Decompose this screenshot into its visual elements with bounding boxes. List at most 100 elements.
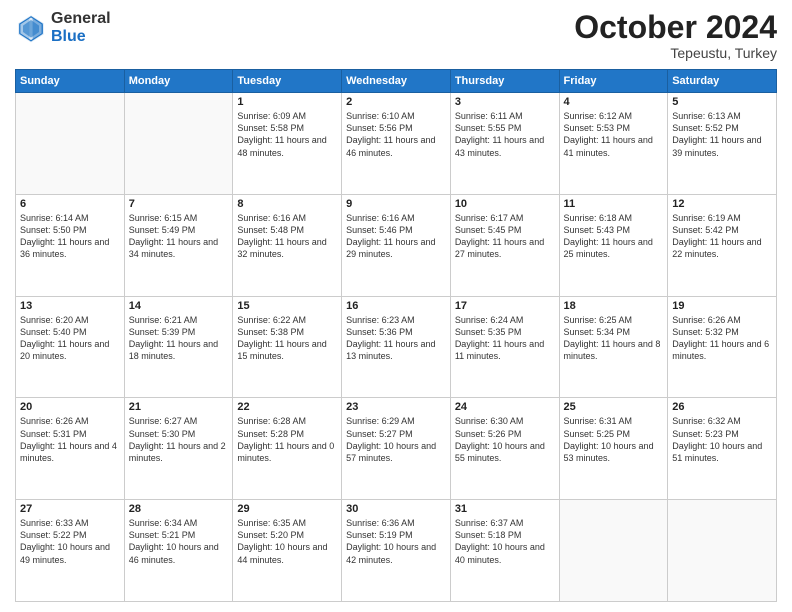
table-row: 9 Sunrise: 6:16 AMSunset: 5:46 PMDaylight… <box>342 194 451 296</box>
day-info: Sunrise: 6:13 AMSunset: 5:52 PMDaylight:… <box>672 110 772 159</box>
day-number: 29 <box>237 503 337 515</box>
calendar-week-row: 13 Sunrise: 6:20 AMSunset: 5:40 PMDayligh… <box>16 296 777 398</box>
logo-icon <box>15 12 47 44</box>
day-number: 28 <box>129 503 229 515</box>
col-friday: Friday <box>559 70 668 93</box>
table-row <box>559 500 668 602</box>
day-number: 7 <box>129 198 229 210</box>
table-row: 1Sunrise: 6:09 AMSunset: 5:58 PMDaylight… <box>233 93 342 195</box>
table-row: 31Sunrise: 6:37 AMSunset: 5:18 PMDayligh… <box>450 500 559 602</box>
day-info: Sunrise: 6:26 AMSunset: 5:31 PMDaylight:… <box>20 415 120 464</box>
day-info: Sunrise: 6:09 AMSunset: 5:58 PMDaylight:… <box>237 110 337 159</box>
day-info: Sunrise: 6:26 AMSunset: 5:32 PMDaylight:… <box>672 314 772 363</box>
table-row: 22 Sunrise: 6:28 AMSunset: 5:28 PMDayligh… <box>233 398 342 500</box>
title-block: October 2024 Tepeustu, Turkey <box>574 10 777 61</box>
logo-blue-text: Blue <box>51 28 111 46</box>
location-subtitle: Tepeustu, Turkey <box>574 45 777 61</box>
table-row: 24 Sunrise: 6:30 AMSunset: 5:26 PMDayligh… <box>450 398 559 500</box>
table-row: 7 Sunrise: 6:15 AMSunset: 5:49 PMDaylight… <box>124 194 233 296</box>
day-info: Sunrise: 6:16 AMSunset: 5:48 PMDaylight:… <box>237 212 337 261</box>
day-number: 26 <box>672 401 772 413</box>
table-row: 10 Sunrise: 6:17 AMSunset: 5:45 PMDayligh… <box>450 194 559 296</box>
day-number: 25 <box>564 401 664 413</box>
day-number: 11 <box>564 198 664 210</box>
table-row: 26 Sunrise: 6:32 AMSunset: 5:23 PMDayligh… <box>668 398 777 500</box>
day-info: Sunrise: 6:18 AMSunset: 5:43 PMDaylight:… <box>564 212 664 261</box>
day-number: 20 <box>20 401 120 413</box>
calendar-table: Sunday Monday Tuesday Wednesday Thursday… <box>15 69 777 602</box>
day-info: Sunrise: 6:27 AMSunset: 5:30 PMDaylight:… <box>129 415 229 464</box>
table-row: 8Sunrise: 6:16 AMSunset: 5:48 PMDaylight… <box>233 194 342 296</box>
table-row <box>124 93 233 195</box>
day-number: 15 <box>237 300 337 312</box>
day-info: Sunrise: 6:29 AMSunset: 5:27 PMDaylight:… <box>346 415 446 464</box>
day-number: 27 <box>20 503 120 515</box>
calendar-header-row: Sunday Monday Tuesday Wednesday Thursday… <box>16 70 777 93</box>
day-number: 24 <box>455 401 555 413</box>
col-saturday: Saturday <box>668 70 777 93</box>
table-row: 12 Sunrise: 6:19 AMSunset: 5:42 PMDayligh… <box>668 194 777 296</box>
day-info: Sunrise: 6:16 AMSunset: 5:46 PMDaylight:… <box>346 212 446 261</box>
day-info: Sunrise: 6:28 AMSunset: 5:28 PMDaylight:… <box>237 415 337 464</box>
table-row: 3 Sunrise: 6:11 AMSunset: 5:55 PMDaylight… <box>450 93 559 195</box>
day-info: Sunrise: 6:20 AMSunset: 5:40 PMDaylight:… <box>20 314 120 363</box>
table-row: 25 Sunrise: 6:31 AMSunset: 5:25 PMDayligh… <box>559 398 668 500</box>
col-tuesday: Tuesday <box>233 70 342 93</box>
day-number: 14 <box>129 300 229 312</box>
day-number: 10 <box>455 198 555 210</box>
table-row: 18Sunrise: 6:25 AMSunset: 5:34 PMDayligh… <box>559 296 668 398</box>
table-row: 6 Sunrise: 6:14 AMSunset: 5:50 PMDaylight… <box>16 194 125 296</box>
day-number: 22 <box>237 401 337 413</box>
day-number: 18 <box>564 300 664 312</box>
day-number: 13 <box>20 300 120 312</box>
day-number: 4 <box>564 96 664 108</box>
col-thursday: Thursday <box>450 70 559 93</box>
table-row: 17 Sunrise: 6:24 AMSunset: 5:35 PMDayligh… <box>450 296 559 398</box>
day-info: Sunrise: 6:11 AMSunset: 5:55 PMDaylight:… <box>455 110 555 159</box>
table-row: 19 Sunrise: 6:26 AMSunset: 5:32 PMDayligh… <box>668 296 777 398</box>
day-info: Sunrise: 6:34 AMSunset: 5:21 PMDaylight:… <box>129 517 229 566</box>
day-number: 19 <box>672 300 772 312</box>
table-row: 11 Sunrise: 6:18 AMSunset: 5:43 PMDayligh… <box>559 194 668 296</box>
header: General Blue October 2024 Tepeustu, Turk… <box>15 10 777 61</box>
calendar-week-row: 6 Sunrise: 6:14 AMSunset: 5:50 PMDaylight… <box>16 194 777 296</box>
day-number: 23 <box>346 401 446 413</box>
day-number: 6 <box>20 198 120 210</box>
day-number: 2 <box>346 96 446 108</box>
day-number: 30 <box>346 503 446 515</box>
day-number: 31 <box>455 503 555 515</box>
table-row: 16Sunrise: 6:23 AMSunset: 5:36 PMDayligh… <box>342 296 451 398</box>
day-info: Sunrise: 6:14 AMSunset: 5:50 PMDaylight:… <box>20 212 120 261</box>
day-info: Sunrise: 6:35 AMSunset: 5:20 PMDaylight:… <box>237 517 337 566</box>
logo: General Blue <box>15 10 111 45</box>
day-number: 12 <box>672 198 772 210</box>
day-info: Sunrise: 6:15 AMSunset: 5:49 PMDaylight:… <box>129 212 229 261</box>
day-info: Sunrise: 6:17 AMSunset: 5:45 PMDaylight:… <box>455 212 555 261</box>
col-sunday: Sunday <box>16 70 125 93</box>
day-number: 3 <box>455 96 555 108</box>
day-info: Sunrise: 6:12 AMSunset: 5:53 PMDaylight:… <box>564 110 664 159</box>
calendar-week-row: 20 Sunrise: 6:26 AMSunset: 5:31 PMDayligh… <box>16 398 777 500</box>
day-info: Sunrise: 6:19 AMSunset: 5:42 PMDaylight:… <box>672 212 772 261</box>
table-row: 15 Sunrise: 6:22 AMSunset: 5:38 PMDayligh… <box>233 296 342 398</box>
day-info: Sunrise: 6:23 AMSunset: 5:36 PMDaylight:… <box>346 314 446 363</box>
day-info: Sunrise: 6:24 AMSunset: 5:35 PMDaylight:… <box>455 314 555 363</box>
table-row: 14Sunrise: 6:21 AMSunset: 5:39 PMDayligh… <box>124 296 233 398</box>
day-info: Sunrise: 6:36 AMSunset: 5:19 PMDaylight:… <box>346 517 446 566</box>
day-number: 9 <box>346 198 446 210</box>
day-number: 5 <box>672 96 772 108</box>
logo-text: General Blue <box>51 10 111 45</box>
day-info: Sunrise: 6:31 AMSunset: 5:25 PMDaylight:… <box>564 415 664 464</box>
table-row: 13 Sunrise: 6:20 AMSunset: 5:40 PMDayligh… <box>16 296 125 398</box>
day-number: 21 <box>129 401 229 413</box>
day-number: 17 <box>455 300 555 312</box>
table-row: 30 Sunrise: 6:36 AMSunset: 5:19 PMDayligh… <box>342 500 451 602</box>
table-row: 21 Sunrise: 6:27 AMSunset: 5:30 PMDayligh… <box>124 398 233 500</box>
day-info: Sunrise: 6:22 AMSunset: 5:38 PMDaylight:… <box>237 314 337 363</box>
calendar-week-row: 1Sunrise: 6:09 AMSunset: 5:58 PMDaylight… <box>16 93 777 195</box>
table-row: 5 Sunrise: 6:13 AMSunset: 5:52 PMDaylight… <box>668 93 777 195</box>
table-row: 23 Sunrise: 6:29 AMSunset: 5:27 PMDayligh… <box>342 398 451 500</box>
day-info: Sunrise: 6:32 AMSunset: 5:23 PMDaylight:… <box>672 415 772 464</box>
day-info: Sunrise: 6:30 AMSunset: 5:26 PMDaylight:… <box>455 415 555 464</box>
table-row: 2Sunrise: 6:10 AMSunset: 5:56 PMDaylight… <box>342 93 451 195</box>
